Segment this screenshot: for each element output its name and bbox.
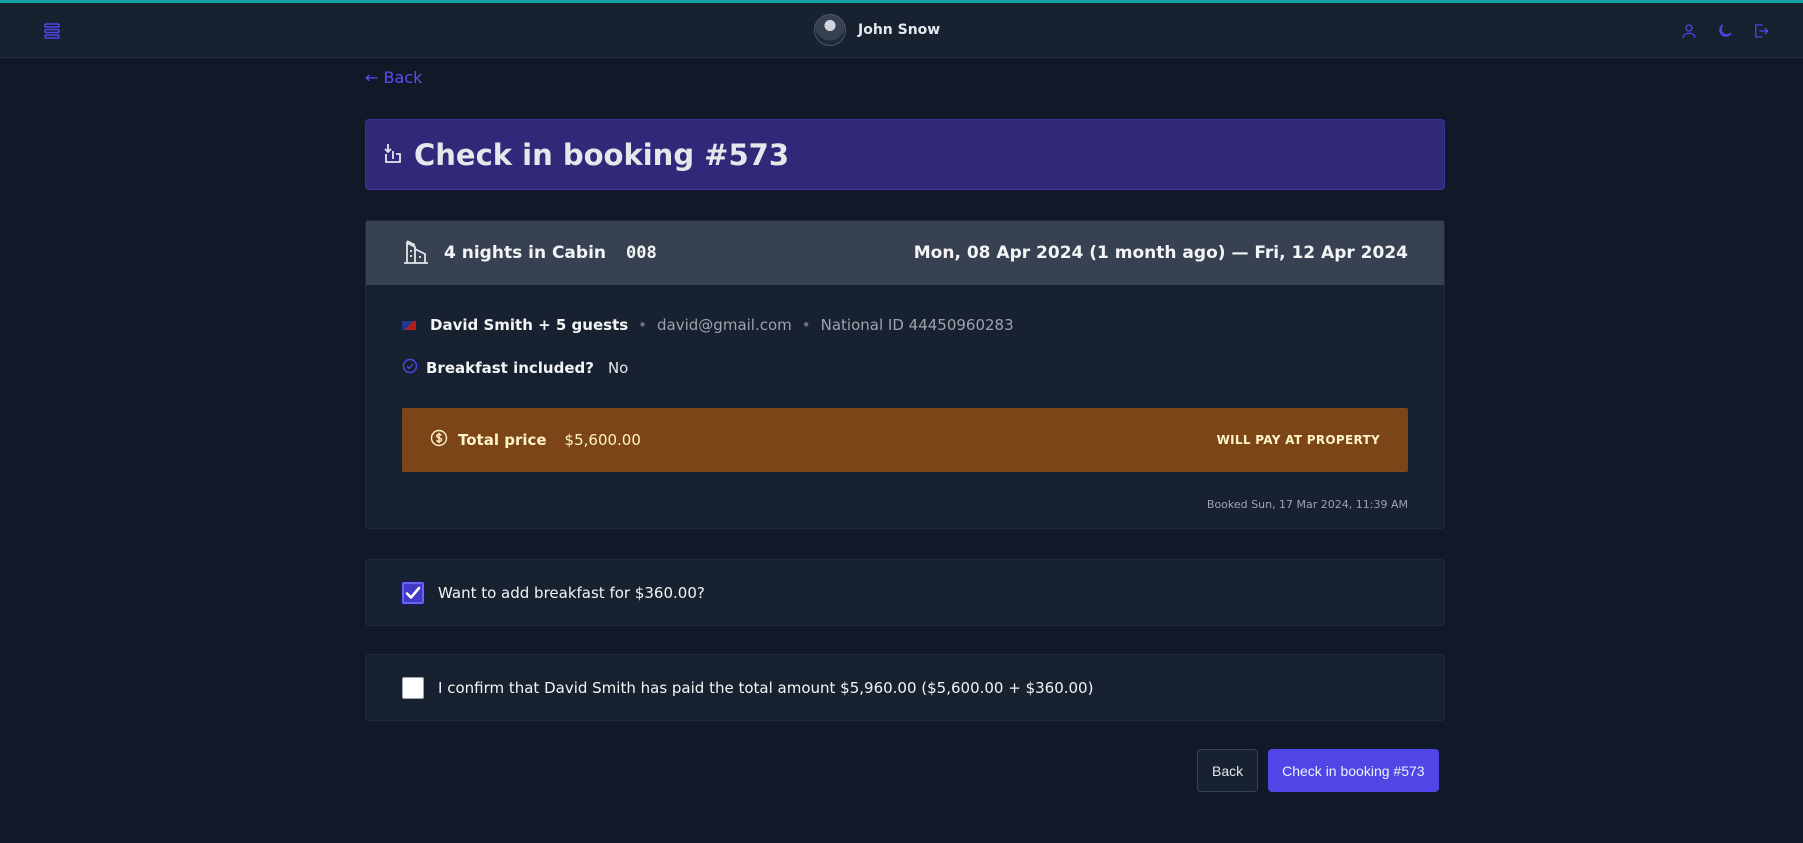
check-in-button[interactable]: Check in booking #573 — [1268, 749, 1439, 792]
building-icon — [402, 237, 430, 270]
back-link[interactable]: ← Back — [365, 68, 422, 87]
user-icon[interactable] — [1677, 19, 1701, 43]
booking-details-card: 4 nights in Cabin 008 Mon, 08 Apr 2024 (… — [365, 220, 1445, 529]
check-circle-icon — [402, 358, 418, 378]
header-actions — [1677, 19, 1773, 43]
confirm-paid-checkbox[interactable] — [402, 676, 424, 699]
nights-text: 4 nights in Cabin — [444, 243, 607, 263]
guest-name: David Smith + 5 guests — [430, 316, 629, 334]
app-header: John Snow — [0, 3, 1803, 58]
booking-stay: 4 nights in Cabin 008 — [402, 237, 657, 270]
form-actions: Back Check in booking #573 — [1197, 749, 1439, 792]
booking-dates: Mon, 08 Apr 2024 (1 month ago) — Fri, 12… — [913, 243, 1408, 263]
confirm-paid-label[interactable]: I confirm that David Smith has paid the … — [438, 679, 1093, 697]
price-value: $5,600.00 — [564, 431, 641, 449]
back-button[interactable]: Back — [1197, 749, 1259, 792]
avatar — [814, 14, 846, 46]
check-in-icon — [382, 140, 404, 170]
user-name: John Snow — [858, 22, 941, 38]
user-profile: John Snow — [814, 14, 940, 46]
moon-icon[interactable] — [1713, 19, 1737, 43]
guest-national-id: National ID 44450960283 — [820, 316, 1014, 334]
separator: • — [801, 316, 811, 334]
page-title-bar: Check in booking #573 — [365, 119, 1445, 190]
price-info: Total price $5,600.00 — [430, 429, 641, 451]
booking-header: 4 nights in Cabin 008 Mon, 08 Apr 2024 (… — [366, 221, 1444, 285]
breakfast-info: Breakfast included? No — [402, 358, 628, 378]
booked-timestamp: Booked Sun, 17 Mar 2024, 11:39 AM — [1206, 498, 1408, 511]
add-breakfast-row: Want to add breakfast for $360.00? — [365, 559, 1445, 626]
add-breakfast-label[interactable]: Want to add breakfast for $360.00? — [438, 584, 705, 602]
breakfast-value: No — [607, 359, 629, 377]
separator: • — [638, 316, 648, 334]
guest-email: david@gmail.com — [657, 316, 792, 334]
breakfast-question: Breakfast included? — [426, 359, 594, 377]
menu-icon[interactable] — [40, 19, 64, 43]
logout-icon[interactable] — [1749, 19, 1773, 43]
price-label: Total price — [458, 431, 547, 449]
flag-icon — [402, 320, 416, 330]
confirm-paid-row: I confirm that David Smith has paid the … — [365, 654, 1445, 721]
page-title: Check in booking #573 — [414, 137, 790, 172]
price-box: Total price $5,600.00 WILL PAY AT PROPER… — [402, 408, 1408, 472]
add-breakfast-checkbox[interactable] — [402, 581, 424, 604]
dollar-icon — [430, 429, 448, 451]
payment-status: WILL PAY AT PROPERTY — [1216, 433, 1380, 447]
guest-info: David Smith + 5 guests • david@gmail.com… — [402, 316, 1014, 334]
cabin-code: 008 — [626, 243, 657, 263]
